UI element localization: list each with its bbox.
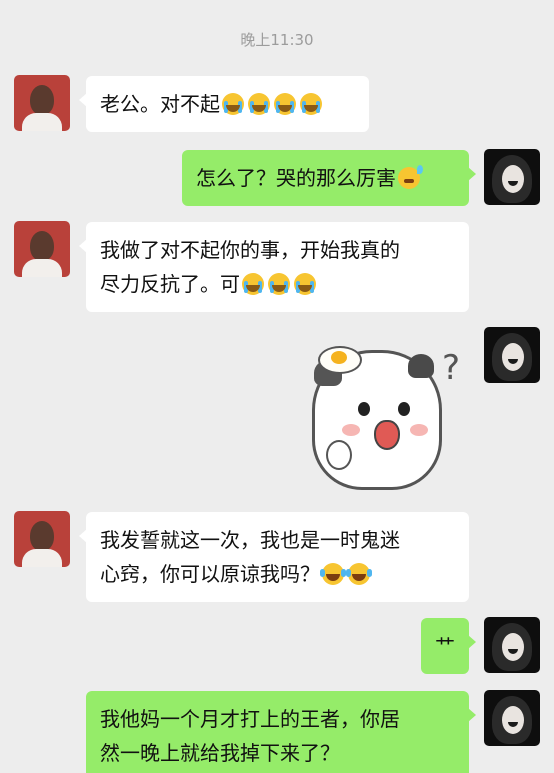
timestamp: 晚上11:30 [240,31,314,49]
message-bubble[interactable]: 我他妈一个月才打上的王者，你居 然一晚上就给我掉下来了？ [86,691,476,773]
message-bubble[interactable]: 艹 [421,618,476,674]
message-bubble[interactable]: 老公。对不起 [79,76,369,132]
message-text: 怎么了？哭的那么厉害 [196,166,396,190]
avatar[interactable] [14,511,70,567]
tears-of-joy-emoji-icon [346,563,370,585]
loudly-crying-emoji-icon [242,273,264,295]
loudly-crying-emoji-icon [274,93,296,115]
avatar[interactable] [484,149,540,205]
loudly-crying-emoji-icon [248,93,270,115]
question-mark-icon: ? [442,348,461,388]
loudly-crying-emoji-icon [300,93,322,115]
message-text-line: 我他妈一个月才打上的王者，你居 [100,707,400,731]
message-bubble[interactable]: 我发誓就这一次，我也是一时鬼迷 心窍，你可以原谅我吗？ [79,512,469,602]
message-bubble[interactable]: 怎么了？哭的那么厉害 [182,150,476,206]
message-text: 艹 [435,634,455,658]
message-text-line: 我发誓就这一次，我也是一时鬼迷 [100,528,400,552]
message-text-line: 尽力反抗了。可 [100,272,240,296]
message-text-line: 我做了对不起你的事，开始我真的 [100,238,400,262]
avatar[interactable] [484,327,540,383]
avatar[interactable] [484,617,540,673]
avatar[interactable] [14,221,70,277]
confused-cat-sticker[interactable]: ? [300,340,460,500]
loudly-crying-emoji-icon [294,273,316,295]
loudly-crying-emoji-icon [222,93,244,115]
message-text-line: 心窍，你可以原谅我吗？ [100,562,320,586]
avatar[interactable] [14,75,70,131]
sweat-emoji-icon [398,165,423,189]
message-bubble[interactable]: 我做了对不起你的事，开始我真的 尽力反抗了。可 [79,222,469,312]
message-text: 老公。对不起 [100,92,220,116]
loudly-crying-emoji-icon [268,273,290,295]
avatar[interactable] [484,690,540,746]
message-text-line: 然一晚上就给我掉下来了？ [100,741,340,765]
tears-of-joy-emoji-icon [320,563,344,585]
